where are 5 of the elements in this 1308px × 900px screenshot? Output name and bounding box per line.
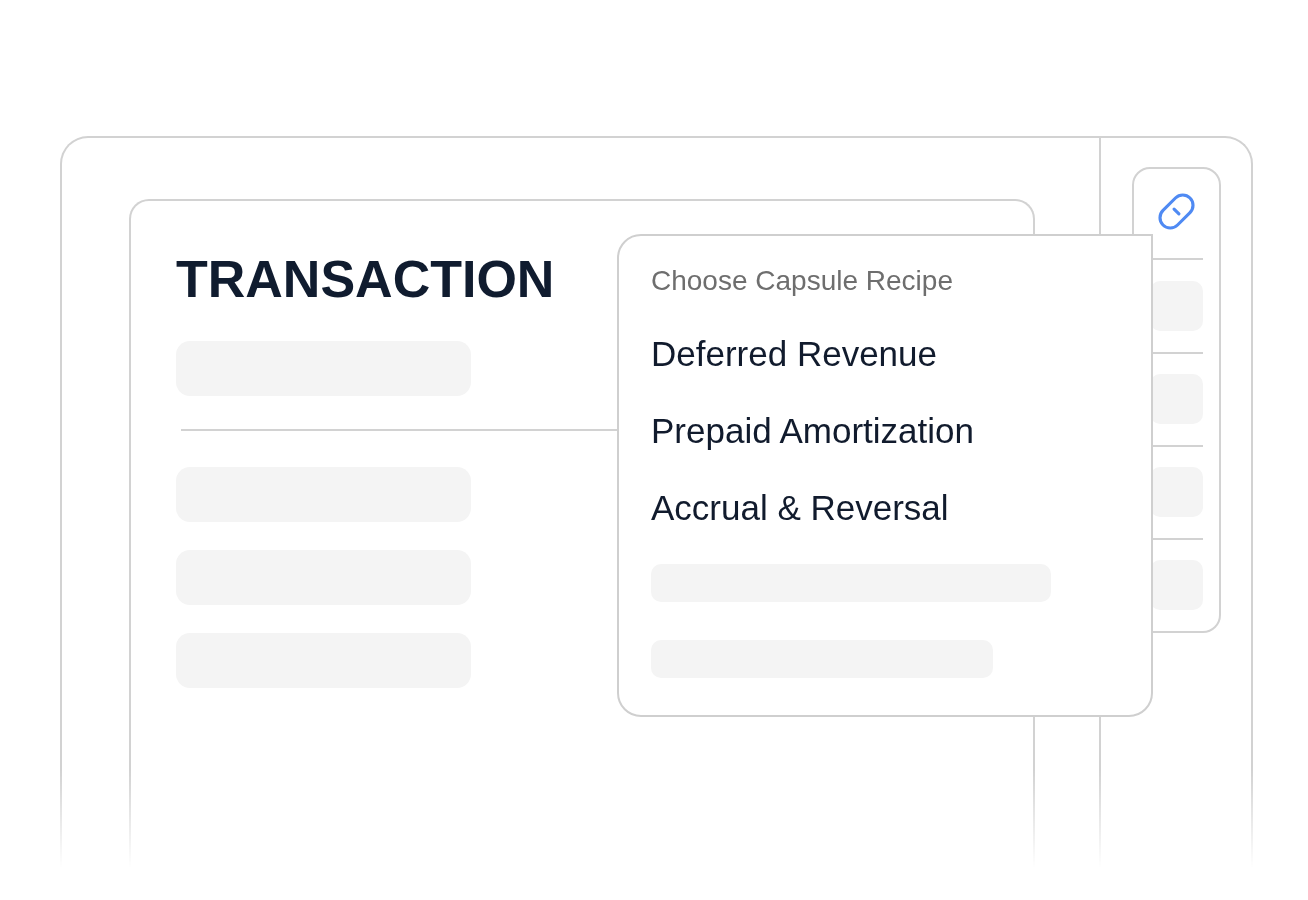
recipe-option[interactable]: Prepaid Amortization: [651, 410, 974, 452]
recipe-option[interactable]: Deferred Revenue: [651, 333, 937, 375]
card-title: TRANSACTION: [176, 249, 555, 310]
menu-heading: Choose Capsule Recipe: [651, 264, 953, 298]
recipe-option[interactable]: Accrual & Reversal: [651, 487, 949, 529]
